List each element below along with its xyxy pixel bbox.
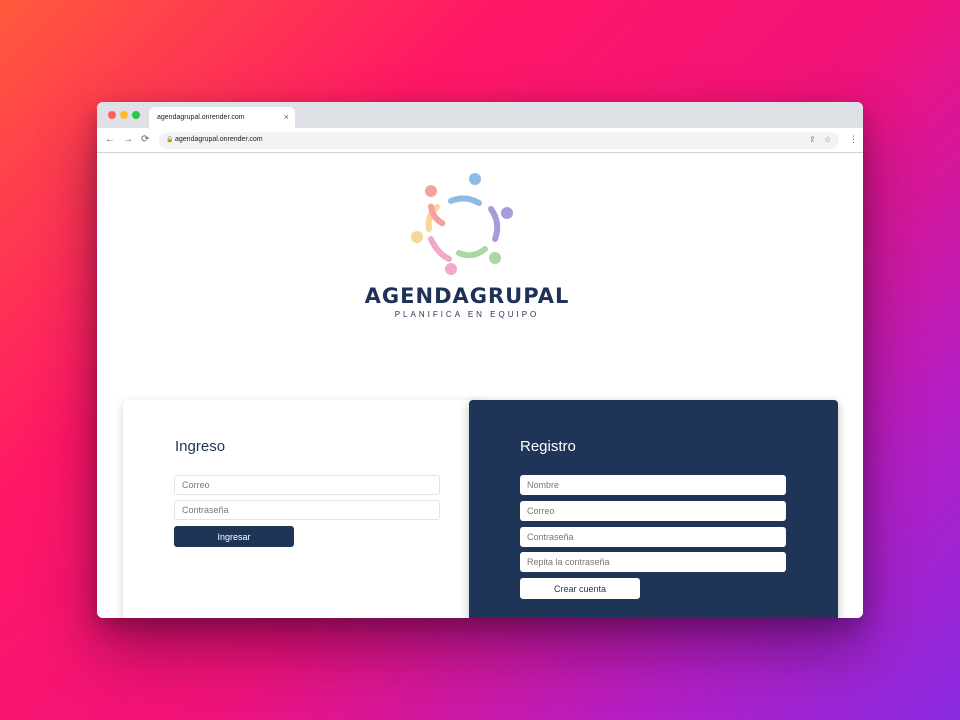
brand-tagline: PLANIFICA EN EQUIPO xyxy=(394,310,540,319)
browser-menu-icon[interactable]: ⋮ xyxy=(849,134,858,144)
register-title: Registro xyxy=(520,438,576,455)
page-content: AGENDAGRUPAL PLANIFICA EN EQUIPO Ingreso… xyxy=(97,153,863,618)
register-email-input[interactable] xyxy=(520,501,786,521)
bookmark-star-icon[interactable]: ☆ xyxy=(824,135,831,144)
share-icon[interactable]: ⇪ xyxy=(809,135,816,144)
tab-close-icon[interactable]: × xyxy=(284,112,289,122)
browser-titlebar: agendagrupal.onrender.com × xyxy=(97,102,863,128)
agendagrupal-logo-icon xyxy=(411,173,513,275)
browser-window: agendagrupal.onrender.com × ← → ⟳ 🔒 agen… xyxy=(97,102,863,618)
login-card: Ingreso Ingresar xyxy=(123,400,489,618)
tab-title: agendagrupal.onrender.com xyxy=(157,114,245,121)
maximize-window-button[interactable] xyxy=(132,111,140,119)
register-repeat-password-input[interactable] xyxy=(520,552,786,572)
login-button[interactable]: Ingresar xyxy=(174,526,294,547)
login-password-input[interactable] xyxy=(174,500,440,520)
back-arrow-icon[interactable]: ← xyxy=(105,134,115,146)
minimize-window-button[interactable] xyxy=(120,111,128,119)
lock-icon: 🔒 xyxy=(166,137,174,143)
address-bar[interactable]: 🔒 agendagrupal.onrender.com ⇪ ☆ xyxy=(159,132,839,149)
browser-tab[interactable]: agendagrupal.onrender.com × xyxy=(149,107,295,128)
forward-arrow-icon[interactable]: → xyxy=(123,134,133,146)
login-title: Ingreso xyxy=(175,438,226,455)
login-email-input[interactable] xyxy=(174,475,440,495)
address-url: agendagrupal.onrender.com xyxy=(175,136,263,143)
close-window-button[interactable] xyxy=(108,111,116,119)
register-name-input[interactable] xyxy=(520,475,786,495)
reload-icon[interactable]: ⟳ xyxy=(141,134,149,146)
register-card: Registro Crear cuenta xyxy=(469,400,838,618)
register-password-input[interactable] xyxy=(520,527,786,547)
create-account-button[interactable]: Crear cuenta xyxy=(520,578,640,599)
brand-name: AGENDAGRUPAL xyxy=(364,284,570,308)
browser-toolbar: ← → ⟳ 🔒 agendagrupal.onrender.com ⇪ ☆ ⋮ xyxy=(97,128,863,153)
